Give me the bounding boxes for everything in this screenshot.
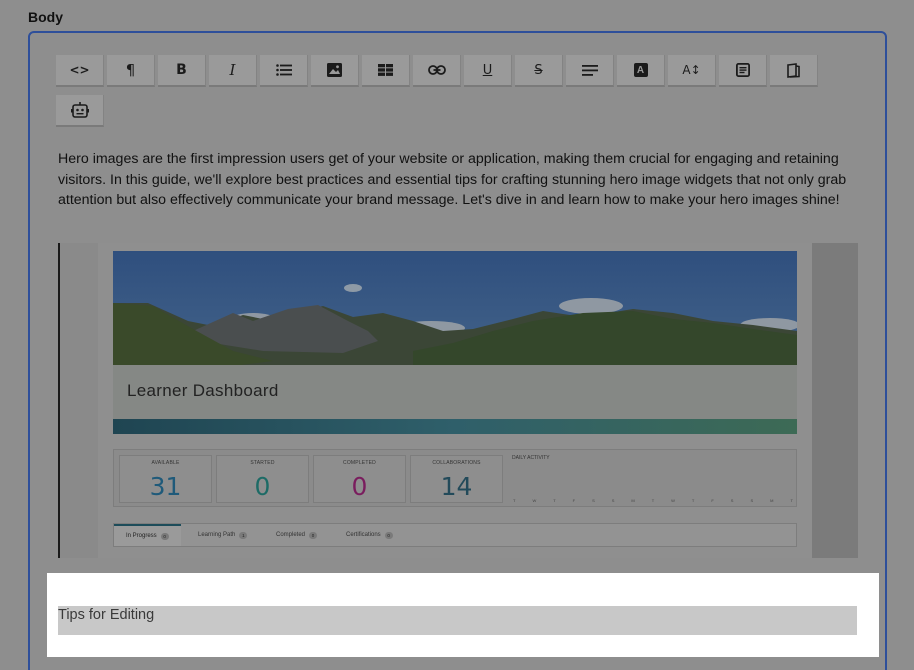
stat-label: AVAILABLE [151, 460, 180, 466]
template-button[interactable] [770, 55, 818, 87]
bold-button[interactable]: B [158, 55, 206, 87]
stat-value: 14 [440, 472, 473, 501]
activity-day: W [532, 498, 537, 503]
italic-icon: I [229, 61, 236, 79]
pilcrow-icon: ¶ [125, 61, 136, 79]
embed-margin-right [812, 243, 858, 558]
tab-learning-path: Learning Path 1 [186, 524, 259, 546]
daily-activity-chart: DAILY ACTIVITY T W T F S S M T W T F S S… [509, 453, 795, 505]
align-button[interactable] [566, 55, 614, 87]
hero-image: Learner Dashboard [113, 251, 797, 434]
activity-day: W [671, 498, 675, 503]
stat-started: STARTED 0 [216, 455, 309, 503]
tab-count-badge: 0 [309, 531, 318, 539]
document-icon [735, 63, 750, 77]
stat-collaborations: COLLABORATIONS 14 [410, 455, 503, 503]
tips-highlight-panel: Tips for Editing [47, 573, 879, 657]
insert-table-button[interactable] [362, 55, 410, 87]
strikethrough-button[interactable]: S [515, 55, 563, 87]
robot-icon [70, 102, 89, 118]
text-color-letter: A [636, 64, 645, 76]
bold-icon: B [176, 62, 187, 78]
activity-day: S [611, 498, 615, 503]
progress-tabs: In Progress 0 Learning Path 1 Completed … [113, 523, 797, 547]
text-color-icon: A [633, 63, 648, 77]
body-section-label: Body [28, 9, 63, 25]
activity-day: T [790, 498, 793, 503]
tab-completed: Completed 0 [264, 524, 329, 546]
activity-day: S [730, 498, 734, 503]
text-color-button[interactable]: A [617, 55, 665, 87]
tab-label: In Progress [126, 533, 157, 539]
align-left-icon [581, 64, 598, 76]
activity-day: S [592, 498, 595, 503]
activity-title: DAILY ACTIVITY [512, 455, 550, 461]
insert-image-button[interactable] [311, 55, 359, 87]
activity-day: M [631, 498, 635, 503]
italic-button[interactable]: I [209, 55, 257, 87]
stat-available: AVAILABLE 31 [119, 455, 212, 503]
underline-icon: U [482, 62, 493, 78]
ai-assistant-button[interactable] [56, 95, 104, 127]
hero-title-band: Learner Dashboard [113, 365, 797, 419]
activity-day: F [711, 498, 714, 503]
underline-button[interactable]: U [464, 55, 512, 87]
paragraph-button[interactable]: ¶ [107, 55, 155, 87]
strikethrough-icon: S [534, 62, 543, 78]
stat-label: COLLABORATIONS [432, 460, 481, 466]
activity-day: T [651, 498, 655, 503]
insert-link-button[interactable] [413, 55, 461, 87]
tab-count-badge: 1 [239, 531, 248, 539]
activity-days: T W T F S S M T W T F S S M T [513, 498, 793, 503]
block-format-button[interactable] [719, 55, 767, 87]
font-size-icon: A↕ [682, 63, 701, 77]
activity-day: S [750, 498, 754, 503]
stat-value: 0 [351, 472, 368, 501]
tab-in-progress: In Progress 0 [114, 524, 181, 546]
tab-certifications: Certifications 0 [334, 524, 405, 546]
code-view-button[interactable]: <> [56, 55, 104, 87]
activity-day: T [513, 498, 516, 503]
stat-label: COMPLETED [343, 460, 376, 466]
activity-day: T [691, 498, 695, 503]
stats-card: AVAILABLE 31 STARTED 0 COMPLETED 0 COLLA… [113, 449, 797, 507]
page-icon [787, 62, 800, 78]
code-icon: <> [69, 63, 90, 77]
activity-day: M [770, 498, 774, 503]
stat-value: 0 [254, 472, 271, 501]
tips-for-editing-heading[interactable]: Tips for Editing [58, 606, 857, 635]
embedded-screenshot[interactable]: Learner Dashboard AVAILABLE 31 STARTED 0… [58, 243, 858, 558]
table-icon [378, 64, 393, 76]
intro-paragraph[interactable]: Hero images are the first impression use… [58, 149, 858, 211]
tab-count-badge: 0 [160, 532, 169, 540]
activity-day: T [553, 498, 556, 503]
image-icon [327, 63, 342, 77]
tab-label: Certifications [346, 532, 381, 538]
tab-count-badge: 0 [384, 531, 393, 539]
tab-label: Completed [276, 532, 306, 538]
embed-margin-left [60, 243, 98, 558]
bullet-list-button[interactable] [260, 55, 308, 87]
font-size-button[interactable]: A↕ [668, 55, 716, 87]
dashboard-preview: Learner Dashboard AVAILABLE 31 STARTED 0… [98, 243, 812, 558]
activity-day: F [572, 498, 576, 503]
stat-completed: COMPLETED 0 [313, 455, 406, 503]
link-icon [427, 65, 446, 75]
stat-value: 31 [149, 472, 182, 501]
tab-label: Learning Path [198, 532, 236, 538]
bullet-list-icon [275, 64, 292, 76]
stat-label: STARTED [250, 460, 275, 466]
hero-title: Learner Dashboard [127, 381, 279, 400]
